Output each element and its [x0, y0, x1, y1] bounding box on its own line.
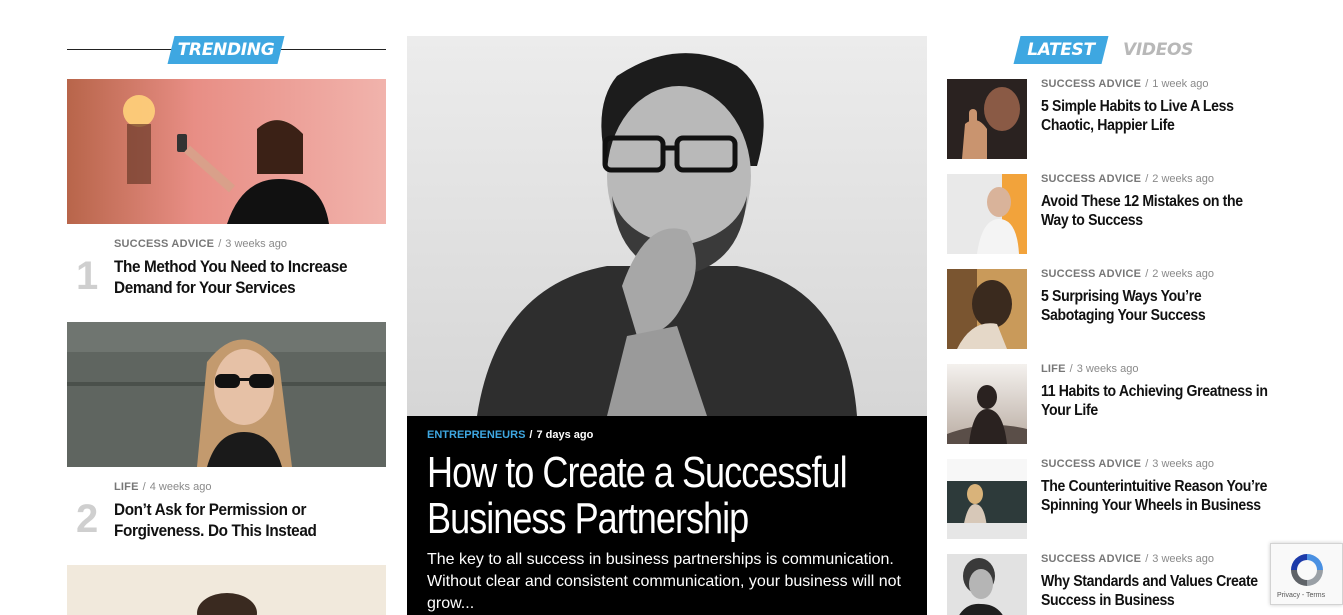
- tab-latest[interactable]: LATEST: [1013, 36, 1109, 64]
- feature-image[interactable]: [407, 36, 927, 416]
- latest-category-1[interactable]: SUCCESS ADVICE: [1041, 78, 1141, 90]
- trending-category-2[interactable]: LIFE: [114, 481, 139, 493]
- latest-category-4[interactable]: LIFE: [1041, 363, 1066, 375]
- latest-time-4: 3 weeks ago: [1076, 363, 1139, 375]
- latest-time-5: 3 weeks ago: [1152, 458, 1215, 470]
- latest-thumb-5[interactable]: [947, 459, 1027, 539]
- trending-time-2: 4 weeks ago: [149, 481, 212, 493]
- feature-meta: ENTREPRENEURS/7 days ago: [427, 429, 594, 441]
- latest-category-2[interactable]: SUCCESS ADVICE: [1041, 173, 1141, 185]
- latest-title-1[interactable]: 5 Simple Habits to Live A Less Chaotic, …: [1041, 97, 1270, 135]
- trending-label: TRENDING: [167, 36, 285, 64]
- latest-meta-2: SUCCESS ADVICE/2 weeks ago: [1041, 173, 1215, 185]
- latest-category-5[interactable]: SUCCESS ADVICE: [1041, 458, 1141, 470]
- latest-title-4[interactable]: 11 Habits to Achieving Greatness in Your…: [1041, 382, 1270, 420]
- list-item[interactable]: SUCCESS ADVICE/2 weeks ago 5 Surprising …: [947, 268, 1277, 351]
- latest-tabs: LATEST VIDEOS: [1013, 36, 1213, 64]
- latest-meta-6: SUCCESS ADVICE/3 weeks ago: [1041, 553, 1215, 565]
- latest-time-3: 2 weeks ago: [1152, 268, 1215, 280]
- latest-time-2: 2 weeks ago: [1152, 173, 1215, 185]
- trending-image-2[interactable]: [67, 322, 386, 467]
- trending-meta-2: LIFE/4 weeks ago: [114, 481, 212, 493]
- trending-meta-1: SUCCESS ADVICE/3 weeks ago: [114, 238, 288, 250]
- list-item[interactable]: SUCCESS ADVICE/2 weeks ago Avoid These 1…: [947, 173, 1277, 256]
- tab-videos[interactable]: VIDEOS: [1123, 36, 1193, 64]
- trending-image-3[interactable]: [67, 565, 386, 615]
- list-item[interactable]: SUCCESS ADVICE/3 weeks ago Why Standards…: [947, 553, 1277, 615]
- trending-rank-1: 1: [76, 254, 99, 298]
- latest-thumb-2[interactable]: [947, 174, 1027, 254]
- trending-image-1[interactable]: [67, 79, 386, 224]
- latest-thumb-4[interactable]: [947, 364, 1027, 444]
- list-item[interactable]: LIFE/3 weeks ago 11 Habits to Achieving …: [947, 363, 1277, 446]
- trending-title-2[interactable]: Don’t Ask for Permission or Forgiveness.…: [114, 499, 348, 541]
- latest-thumb-3[interactable]: [947, 269, 1027, 349]
- recaptcha-links[interactable]: Privacy - Terms: [1277, 592, 1325, 599]
- recaptcha-icon: [1291, 554, 1323, 586]
- feature-title[interactable]: How to Create a Successful Business Part…: [427, 450, 853, 542]
- latest-meta-4: LIFE/3 weeks ago: [1041, 363, 1139, 375]
- latest-meta-1: SUCCESS ADVICE/1 week ago: [1041, 78, 1209, 90]
- trending-rank-2: 2: [76, 497, 99, 541]
- trending-time-1: 3 weeks ago: [225, 238, 288, 250]
- trending-category-1[interactable]: SUCCESS ADVICE: [114, 238, 214, 250]
- latest-category-6[interactable]: SUCCESS ADVICE: [1041, 553, 1141, 565]
- latest-meta-5: SUCCESS ADVICE/3 weeks ago: [1041, 458, 1215, 470]
- latest-time-6: 3 weeks ago: [1152, 553, 1215, 565]
- feature-article[interactable]: ENTREPRENEURS/7 days ago How to Create a…: [407, 36, 927, 615]
- latest-thumb-1[interactable]: [947, 79, 1027, 159]
- trending-title-1[interactable]: The Method You Need to Increase Demand f…: [114, 256, 348, 298]
- latest-title-2[interactable]: Avoid These 12 Mistakes on the Way to Su…: [1041, 192, 1270, 230]
- latest-title-6[interactable]: Why Standards and Values Create Success …: [1041, 572, 1270, 610]
- latest-thumb-6[interactable]: [947, 554, 1027, 615]
- latest-category-3[interactable]: SUCCESS ADVICE: [1041, 268, 1141, 280]
- recaptcha-badge[interactable]: Privacy - Terms: [1270, 543, 1343, 605]
- trending-header: TRENDING: [67, 36, 386, 64]
- list-item[interactable]: SUCCESS ADVICE/1 week ago 5 Simple Habit…: [947, 78, 1277, 161]
- latest-title-5[interactable]: The Counterintuitive Reason You’re Spinn…: [1041, 477, 1270, 515]
- feature-category[interactable]: ENTREPRENEURS: [427, 429, 525, 441]
- latest-time-1: 1 week ago: [1152, 78, 1209, 90]
- feature-excerpt: The key to all success in business partn…: [427, 551, 901, 612]
- feature-time: 7 days ago: [536, 429, 594, 441]
- latest-title-3[interactable]: 5 Surprising Ways You’re Sabotaging Your…: [1041, 287, 1270, 325]
- list-item[interactable]: SUCCESS ADVICE/3 weeks ago The Counterin…: [947, 458, 1277, 541]
- latest-meta-3: SUCCESS ADVICE/2 weeks ago: [1041, 268, 1215, 280]
